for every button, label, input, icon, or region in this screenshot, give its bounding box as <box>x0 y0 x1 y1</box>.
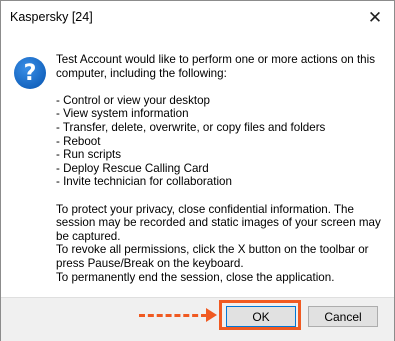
question-icon: ? <box>14 57 46 89</box>
list-item: - Control or view your desktop <box>56 93 211 107</box>
privacy-notice: To protect your privacy, close confident… <box>56 202 381 243</box>
message-body: Test Account would like to perform one o… <box>56 53 386 284</box>
list-item: - Run scripts <box>56 148 122 162</box>
window-title: Kaspersky [24] <box>10 10 93 24</box>
list-item: - Transfer, delete, overwrite, or copy f… <box>56 120 326 134</box>
list-item: - View system information <box>56 107 189 121</box>
annotation-arrow-shaft <box>139 314 207 317</box>
close-icon: ✕ <box>367 7 383 27</box>
ok-button[interactable]: OK <box>226 306 296 327</box>
list-item: - Reboot <box>56 134 101 148</box>
revoke-notice: To revoke all permissions, click the X b… <box>56 243 369 270</box>
button-bar: OK Cancel <box>1 297 394 341</box>
cancel-button[interactable]: Cancel <box>308 306 378 327</box>
message-intro: Test Account would like to perform one o… <box>56 53 375 80</box>
title-bar[interactable]: Kaspersky [24] ✕ <box>1 1 394 34</box>
list-item: - Invite technician for collaboration <box>56 175 232 189</box>
close-button[interactable]: ✕ <box>356 1 394 34</box>
question-icon-glyph: ? <box>23 60 37 86</box>
permission-dialog: Kaspersky [24] ✕ ? Test Account would li… <box>0 0 395 341</box>
list-item: - Deploy Rescue Calling Card <box>56 161 209 175</box>
actions-list: - Control or view your desktop - View sy… <box>56 94 386 189</box>
end-session-notice: To permanently end the session, close th… <box>56 270 335 284</box>
annotation-arrow-head <box>206 308 217 322</box>
